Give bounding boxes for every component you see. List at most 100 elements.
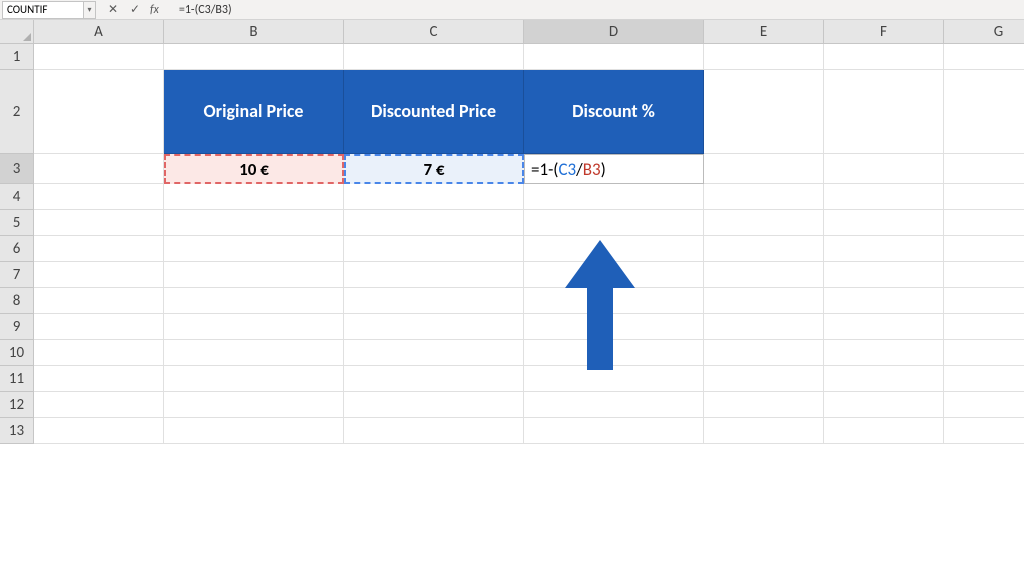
col-header-B[interactable]: B <box>164 20 344 44</box>
cell-G6[interactable] <box>944 236 1024 262</box>
row-header-1[interactable]: 1 <box>0 44 34 70</box>
cell-B2-header[interactable]: Original Price <box>164 70 344 154</box>
cell-F9[interactable] <box>824 314 944 340</box>
cell-B6[interactable] <box>164 236 344 262</box>
cell-E13[interactable] <box>704 418 824 444</box>
cell-E1[interactable] <box>704 44 824 70</box>
cell-A2[interactable] <box>34 70 164 154</box>
cell-F11[interactable] <box>824 366 944 392</box>
row-header-5[interactable]: 5 <box>0 210 34 236</box>
cell-B10[interactable] <box>164 340 344 366</box>
cell-A7[interactable] <box>34 262 164 288</box>
cell-E11[interactable] <box>704 366 824 392</box>
cell-F4[interactable] <box>824 184 944 210</box>
col-header-D[interactable]: D <box>524 20 704 44</box>
cell-F10[interactable] <box>824 340 944 366</box>
cell-G8[interactable] <box>944 288 1024 314</box>
cell-C12[interactable] <box>344 392 524 418</box>
cell-C3[interactable]: 7 € <box>344 154 524 184</box>
cell-D12[interactable] <box>524 392 704 418</box>
cell-B7[interactable] <box>164 262 344 288</box>
cell-A10[interactable] <box>34 340 164 366</box>
cell-E12[interactable] <box>704 392 824 418</box>
col-header-E[interactable]: E <box>704 20 824 44</box>
cell-E2[interactable] <box>704 70 824 154</box>
cell-F2[interactable] <box>824 70 944 154</box>
cell-G11[interactable] <box>944 366 1024 392</box>
row-header-13[interactable]: 13 <box>0 418 34 444</box>
cell-G2[interactable] <box>944 70 1024 154</box>
cell-E4[interactable] <box>704 184 824 210</box>
cell-G10[interactable] <box>944 340 1024 366</box>
cell-F13[interactable] <box>824 418 944 444</box>
cell-F5[interactable] <box>824 210 944 236</box>
row-header-8[interactable]: 8 <box>0 288 34 314</box>
cell-E7[interactable] <box>704 262 824 288</box>
cell-F8[interactable] <box>824 288 944 314</box>
cell-C4[interactable] <box>344 184 524 210</box>
cell-E9[interactable] <box>704 314 824 340</box>
cell-D2-header[interactable]: Discount % <box>524 70 704 154</box>
col-header-G[interactable]: G <box>944 20 1024 44</box>
cell-A3[interactable] <box>34 154 164 184</box>
cell-C8[interactable] <box>344 288 524 314</box>
row-header-6[interactable]: 6 <box>0 236 34 262</box>
col-header-A[interactable]: A <box>34 20 164 44</box>
cell-A1[interactable] <box>34 44 164 70</box>
row-header-2[interactable]: 2 <box>0 70 34 154</box>
row-header-4[interactable]: 4 <box>0 184 34 210</box>
select-all-corner[interactable] <box>0 20 34 44</box>
cell-B3[interactable]: 10 € <box>164 154 344 184</box>
row-header-9[interactable]: 9 <box>0 314 34 340</box>
cell-C2-header[interactable]: Discounted Price <box>344 70 524 154</box>
cell-C11[interactable] <box>344 366 524 392</box>
cell-G12[interactable] <box>944 392 1024 418</box>
row-header-11[interactable]: 11 <box>0 366 34 392</box>
cell-B11[interactable] <box>164 366 344 392</box>
cell-B4[interactable] <box>164 184 344 210</box>
cell-A4[interactable] <box>34 184 164 210</box>
row-header-7[interactable]: 7 <box>0 262 34 288</box>
cell-B5[interactable] <box>164 210 344 236</box>
cell-G3[interactable] <box>944 154 1024 184</box>
cell-F1[interactable] <box>824 44 944 70</box>
cell-C1[interactable] <box>344 44 524 70</box>
cell-C13[interactable] <box>344 418 524 444</box>
row-header-10[interactable]: 10 <box>0 340 34 366</box>
cell-C9[interactable] <box>344 314 524 340</box>
cell-B1[interactable] <box>164 44 344 70</box>
cell-G13[interactable] <box>944 418 1024 444</box>
cell-F7[interactable] <box>824 262 944 288</box>
cell-E10[interactable] <box>704 340 824 366</box>
cell-B12[interactable] <box>164 392 344 418</box>
cell-E3[interactable] <box>704 154 824 184</box>
name-box-dropdown[interactable]: ▾ <box>84 1 96 19</box>
cancel-icon[interactable]: ✕ <box>106 3 120 17</box>
cell-F3[interactable] <box>824 154 944 184</box>
cell-D3-editing[interactable]: =1-(C3/B3) <box>524 154 704 184</box>
cell-E5[interactable] <box>704 210 824 236</box>
cell-A9[interactable] <box>34 314 164 340</box>
cell-B9[interactable] <box>164 314 344 340</box>
col-header-C[interactable]: C <box>344 20 524 44</box>
cell-E8[interactable] <box>704 288 824 314</box>
fx-icon[interactable]: fx <box>150 3 165 17</box>
cell-G1[interactable] <box>944 44 1024 70</box>
cell-A11[interactable] <box>34 366 164 392</box>
cell-C10[interactable] <box>344 340 524 366</box>
name-box[interactable]: COUNTIF <box>2 1 84 19</box>
cell-C7[interactable] <box>344 262 524 288</box>
cell-B13[interactable] <box>164 418 344 444</box>
row-header-12[interactable]: 12 <box>0 392 34 418</box>
cell-D4[interactable] <box>524 184 704 210</box>
cell-D13[interactable] <box>524 418 704 444</box>
cell-A6[interactable] <box>34 236 164 262</box>
cell-B8[interactable] <box>164 288 344 314</box>
cell-C6[interactable] <box>344 236 524 262</box>
cell-F6[interactable] <box>824 236 944 262</box>
enter-icon[interactable]: ✓ <box>128 3 142 17</box>
cell-D5[interactable] <box>524 210 704 236</box>
cell-E6[interactable] <box>704 236 824 262</box>
row-header-3[interactable]: 3 <box>0 154 34 184</box>
formula-input[interactable]: =1-(C3/B3) <box>175 3 1024 17</box>
